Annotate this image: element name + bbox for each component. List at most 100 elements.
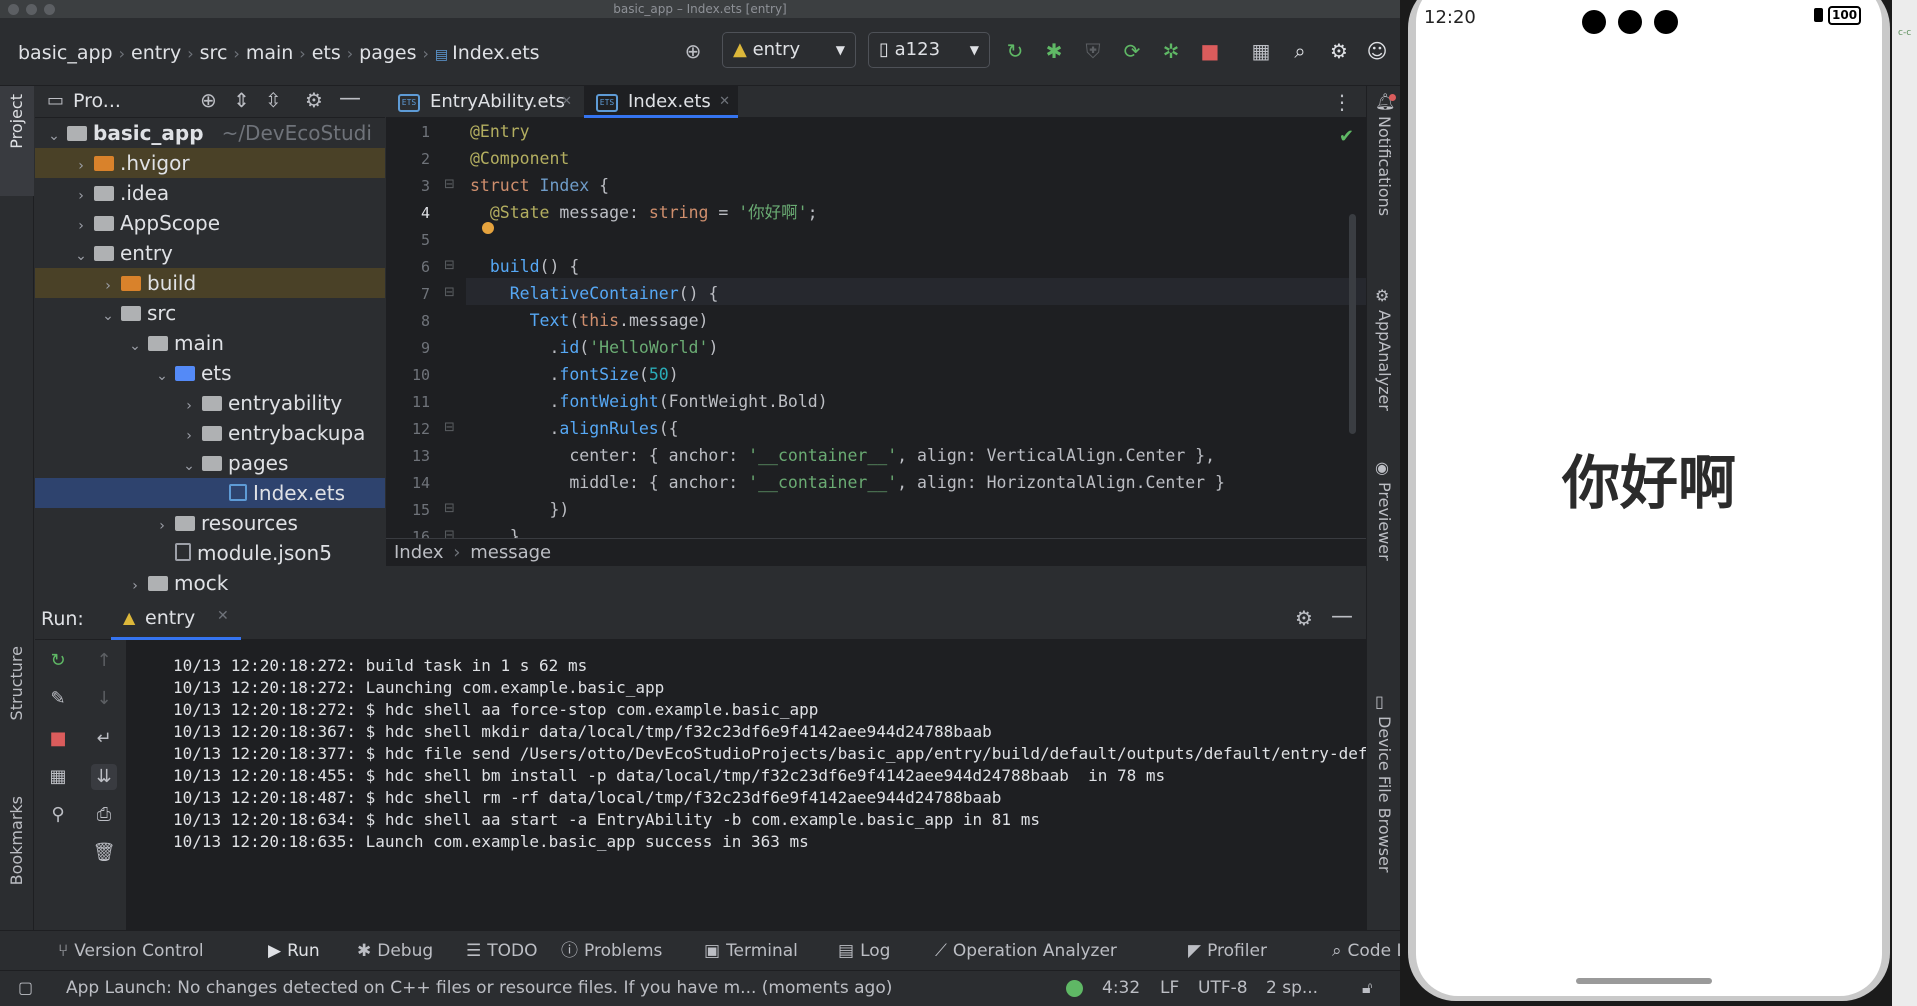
chevron-down-icon[interactable]: ⌄	[99, 301, 117, 331]
trash-icon[interactable]: 🗑	[91, 840, 117, 866]
fold-icon[interactable]: ⊟	[444, 258, 455, 273]
tree-item[interactable]: › .idea	[35, 178, 385, 208]
bookmarks-tool-tab[interactable]: Bookmarks	[7, 796, 26, 885]
lock-icon[interactable]: 🔓︎	[1362, 971, 1372, 1005]
appanalyzer-tool-tab[interactable]: AppAnalyzer	[1375, 310, 1394, 411]
hide-panel-icon[interactable]: —	[339, 86, 361, 111]
code-area[interactable]: @Entry @Component struct Index { @State me…	[470, 118, 1350, 566]
scroll-to-end-icon[interactable]: ⇊	[91, 764, 117, 790]
chevron-down-icon[interactable]: ⌄	[126, 331, 144, 361]
status-message[interactable]: App Launch: No changes detected on C++ f…	[66, 971, 1016, 1005]
file-encoding[interactable]: UTF-8	[1198, 971, 1248, 1005]
pin-icon[interactable]: ⚲	[45, 802, 71, 828]
expand-all-icon[interactable]: ⇕	[233, 88, 250, 112]
toggle-tool-windows-icon[interactable]: ▢	[18, 971, 33, 1005]
close-icon[interactable]: ✕	[561, 86, 572, 118]
chevron-right-icon[interactable]: ›	[99, 271, 117, 301]
structure-tool-tab[interactable]: Structure	[7, 646, 26, 720]
panel-settings-icon[interactable]: ⚙	[305, 88, 323, 112]
bottom-tab[interactable]: ⑂ Version Control	[58, 931, 204, 971]
chevron-right-icon[interactable]: ›	[126, 571, 144, 594]
profile-icon[interactable]: ✲	[1158, 38, 1184, 64]
fold-icon[interactable]: ⊟	[444, 177, 455, 192]
chevron-right-icon[interactable]: ›	[180, 391, 198, 421]
indent-setting[interactable]: 2 sp...	[1266, 971, 1318, 1005]
inspection-ok-icon[interactable]: ✔	[1339, 126, 1354, 147]
run-config-tab[interactable]: ▲ entry ✕	[111, 600, 241, 640]
device-file-browser-tool-tab[interactable]: Device File Browser	[1375, 716, 1394, 873]
rerun-icon[interactable]: ↻	[45, 648, 71, 674]
breadcrumb-item[interactable]: pages	[359, 42, 416, 64]
locate-icon[interactable]: ⊕	[200, 88, 217, 112]
arrow-up-icon[interactable]: ↑	[91, 648, 117, 674]
search-icon[interactable]: ⌕	[1287, 38, 1313, 64]
tree-item[interactable]: › mock	[35, 568, 385, 594]
run-configuration-select[interactable]: ▲ entry ▼	[722, 32, 856, 68]
apply-changes-icon[interactable]: ⟳	[1119, 38, 1145, 64]
tree-item[interactable]: module.json5	[35, 538, 385, 568]
target-icon[interactable]: ⊕	[680, 38, 706, 64]
settings-gear-icon[interactable]: ⚙	[1326, 38, 1352, 64]
close-icon[interactable]: ✕	[217, 608, 229, 624]
bottom-tab[interactable]: ▶ Run	[268, 931, 320, 971]
bottom-tab[interactable]: ▤ Log	[838, 931, 890, 971]
breadcrumb-item[interactable]: entry	[131, 42, 181, 64]
chevron-right-icon[interactable]: ›	[72, 181, 90, 211]
stop-icon[interactable]: ■	[45, 726, 71, 752]
bottom-tab[interactable]: ⟋ Operation Analyzer	[935, 931, 1117, 971]
code-breadcrumb-item[interactable]: message	[470, 542, 551, 563]
layout-icon[interactable]: ▦	[45, 764, 71, 790]
tree-item[interactable]: › build	[35, 268, 385, 298]
phone-screen[interactable]: 12:20 100 你好啊	[1416, 0, 1882, 996]
account-icon[interactable]: ☺	[1364, 38, 1390, 64]
breadcrumb-item[interactable]: src	[200, 42, 228, 64]
debug-icon[interactable]: ✱	[1041, 38, 1067, 64]
rerun-icon[interactable]: ↻	[1002, 38, 1028, 64]
chevron-down-icon[interactable]: ⌄	[180, 451, 198, 481]
tree-item[interactable]: ⌄ pages	[35, 448, 385, 478]
home-indicator[interactable]	[1576, 978, 1712, 984]
tree-item[interactable]: ⌄ basic_app ~/DevEcoStudi	[35, 118, 385, 148]
project-structure-icon[interactable]: ▦	[1248, 38, 1274, 64]
chevron-down-icon[interactable]: ⌄	[45, 121, 63, 151]
bottom-tab[interactable]: ✱ Debug	[357, 931, 433, 971]
stop-icon[interactable]: ■	[1197, 38, 1223, 64]
more-icon[interactable]: ⋮	[1332, 90, 1352, 114]
chevron-right-icon[interactable]: ›	[72, 151, 90, 181]
previewer-tool-tab[interactable]: Previewer	[1375, 482, 1394, 561]
chevron-right-icon[interactable]: ›	[153, 511, 171, 541]
chevron-right-icon[interactable]: ›	[180, 421, 198, 451]
breadcrumb-item-current[interactable]: Index.ets	[452, 42, 539, 64]
tree-item[interactable]: ⌄ src	[35, 298, 385, 328]
breadcrumb-item[interactable]: basic_app	[18, 42, 113, 64]
tree-item[interactable]: ⌄ entry	[35, 238, 385, 268]
notifications-tool-tab[interactable]: Notifications	[1375, 116, 1394, 216]
close-icon[interactable]: ✕	[719, 86, 730, 118]
breadcrumb-item[interactable]: main	[246, 42, 293, 64]
print-icon[interactable]: ⎙	[91, 802, 117, 828]
breadcrumb-item[interactable]: ets	[312, 42, 341, 64]
collapse-all-icon[interactable]: ⇳	[265, 88, 282, 112]
cursor-position[interactable]: 4:32	[1102, 971, 1140, 1005]
hide-panel-icon[interactable]: —	[1331, 604, 1353, 629]
tree-item[interactable]: Index.ets	[35, 478, 385, 508]
fold-icon[interactable]: ⊟	[444, 420, 455, 435]
wrench-icon[interactable]: ✎	[45, 686, 71, 712]
attach-debugger-icon[interactable]: ⛨	[1080, 38, 1106, 64]
line-separator[interactable]: LF	[1160, 971, 1179, 1005]
tree-item[interactable]: › resources	[35, 508, 385, 538]
arrow-down-icon[interactable]: ↓	[91, 686, 117, 712]
fold-icon[interactable]: ⊟	[444, 501, 455, 516]
chevron-right-icon[interactable]: ›	[72, 211, 90, 241]
chevron-down-icon[interactable]: ⌄	[72, 241, 90, 271]
tree-item[interactable]: › .hvigor	[35, 148, 385, 178]
tree-item[interactable]: › entryability	[35, 388, 385, 418]
device-select[interactable]: ▯ a123 ▼	[868, 32, 990, 68]
bottom-tab[interactable]: ◤ Profiler	[1188, 931, 1267, 971]
bottom-tab[interactable]: ⓘ Problems	[561, 931, 662, 971]
tree-item[interactable]: ⌄ ets	[35, 358, 385, 388]
tree-item[interactable]: › AppScope	[35, 208, 385, 238]
bottom-tab[interactable]: ☰ TODO	[466, 931, 538, 971]
soft-wrap-icon[interactable]: ↵	[91, 726, 117, 752]
bottom-tab[interactable]: ⌕Code Li	[1332, 931, 1400, 971]
